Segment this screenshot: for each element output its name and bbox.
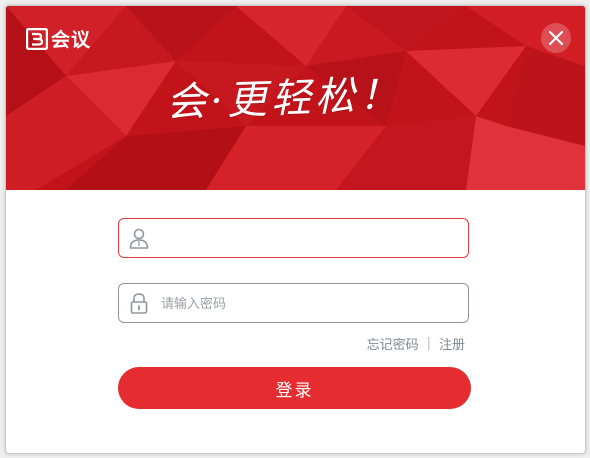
password-field[interactable] xyxy=(118,283,469,324)
username-field[interactable] xyxy=(118,218,469,259)
logo-text: 会议 xyxy=(51,29,92,51)
lock-icon xyxy=(130,293,148,314)
username-input[interactable] xyxy=(159,219,463,259)
login-window: 会议 会·更轻松！ 忘记密码 | 注册 登录 xyxy=(5,5,586,454)
link-separator: | xyxy=(426,336,431,351)
app-logo: 会议 xyxy=(26,25,91,52)
login-button[interactable]: 登录 xyxy=(118,367,471,409)
password-input[interactable] xyxy=(159,284,463,324)
close-button[interactable] xyxy=(541,23,571,53)
forgot-password-link[interactable]: 忘记密码 xyxy=(367,334,419,353)
auxiliary-links: 忘记密码 | 注册 xyxy=(367,334,465,353)
header-banner: 会议 会·更轻松！ xyxy=(6,6,585,190)
logo-mark-icon xyxy=(26,27,48,50)
register-link[interactable]: 注册 xyxy=(439,334,465,353)
close-icon xyxy=(548,30,564,46)
user-icon xyxy=(129,228,149,249)
slogan-text: 会·更轻松！ xyxy=(165,71,404,127)
